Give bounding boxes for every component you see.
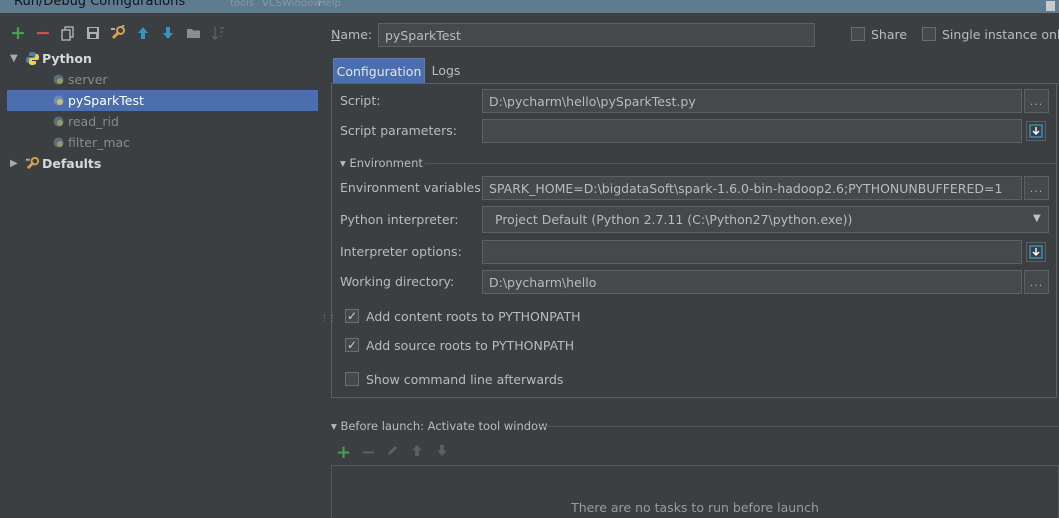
edit-task-icon[interactable] (386, 444, 399, 460)
window-title: Run/Debug Configurations (14, 0, 186, 9)
collapsed-arrow-icon[interactable]: ▶ (10, 158, 24, 169)
script-params-input[interactable] (482, 119, 1022, 143)
single-instance-label: Single instance only (942, 27, 1059, 42)
environment-section[interactable]: ▾ Environment (340, 156, 423, 170)
workdir-label: Working directory: (340, 274, 455, 289)
interp-options-input[interactable] (482, 240, 1022, 264)
remove-task-icon[interactable]: − (361, 444, 376, 462)
remove-icon[interactable]: − (35, 23, 51, 42)
python-file-icon (50, 114, 66, 130)
expand-options-icon[interactable] (1026, 242, 1046, 262)
ghost-menu-item: Help (318, 0, 341, 9)
sort-icon[interactable] (210, 25, 226, 41)
window-titlebar: Run/Debug Configurations tools VCS Windo… (0, 0, 1059, 13)
move-down-icon[interactable] (160, 25, 176, 41)
content-roots-label: Add content roots to PYTHONPATH (366, 309, 581, 324)
python-file-icon (50, 135, 66, 151)
share-checkbox[interactable] (851, 27, 865, 41)
wrench-icon (24, 156, 40, 172)
tree-item-label: read_rid (68, 114, 119, 129)
copy-icon[interactable] (60, 25, 76, 41)
tree-item-label: server (68, 72, 108, 87)
move-task-down-icon[interactable] (436, 444, 448, 460)
move-up-icon[interactable] (135, 25, 151, 41)
add-icon[interactable]: + (10, 23, 26, 42)
show-cmdline-label: Show command line afterwards (366, 372, 564, 387)
tree-group-label: Python (42, 51, 92, 66)
tree-item-server[interactable]: server (50, 69, 108, 90)
add-task-icon[interactable]: + (336, 444, 351, 462)
python-file-icon (50, 93, 66, 109)
script-input[interactable]: D:\pycharm\hello\pySparkTest.py (482, 89, 1022, 113)
name-label: Name: (331, 27, 373, 42)
script-label: Script: (340, 93, 381, 108)
script-params-label: Script parameters: (340, 123, 457, 138)
wrench-icon[interactable] (110, 25, 126, 41)
expand-params-icon[interactable] (1026, 121, 1046, 141)
tree-item-pysparktest[interactable]: pySparkTest (50, 90, 144, 111)
interpreter-select[interactable]: Project Default (Python 2.7.11 (C:\Pytho… (482, 206, 1049, 233)
tree-item-read-rid[interactable]: read_rid (50, 111, 119, 132)
browse-script-button[interactable]: ... (1024, 89, 1049, 113)
ghost-menu-item: tools (230, 0, 255, 9)
env-vars-label: Environment variables: (340, 180, 485, 195)
close-icon[interactable] (1046, 1, 1055, 11)
interp-options-label: Interpreter options: (340, 244, 462, 259)
section-divider (425, 163, 1057, 164)
tree-item-label: filter_mac (68, 135, 131, 150)
expanded-arrow-icon[interactable]: ▼ (10, 53, 24, 64)
chevron-down-icon[interactable]: ▼ (1033, 213, 1041, 224)
ghost-menu-item: VCS (262, 0, 283, 9)
before-launch-section[interactable]: ▾ Before launch: Activate tool window (331, 419, 548, 433)
share-label: Share (871, 27, 908, 42)
before-launch-task-list[interactable]: There are no tasks to run before launch (331, 465, 1059, 518)
tab-configuration[interactable]: Configuration (333, 58, 425, 83)
empty-tasks-message: There are no tasks to run before launch (571, 500, 819, 515)
move-task-up-icon[interactable] (411, 444, 423, 460)
name-input[interactable]: pySparkTest (378, 23, 815, 47)
tree-item-label: pySparkTest (68, 93, 144, 108)
show-cmdline-checkbox[interactable] (345, 372, 359, 386)
edit-env-vars-button[interactable]: ... (1024, 176, 1049, 200)
save-icon[interactable] (85, 25, 101, 41)
workdir-input[interactable]: D:\pycharm\hello (482, 270, 1022, 294)
tree-group-defaults[interactable]: ▶ Defaults (10, 153, 101, 174)
tab-logs[interactable]: Logs (426, 58, 466, 83)
interpreter-label: Python interpreter: (340, 212, 459, 227)
ghost-menu-item: Window (282, 0, 322, 9)
tree-group-python[interactable]: ▼ Python (10, 48, 92, 69)
source-roots-label: Add source roots to PYTHONPATH (366, 338, 575, 353)
python-file-icon (50, 72, 66, 88)
single-instance-checkbox[interactable] (922, 27, 936, 41)
content-roots-checkbox[interactable]: ✓ (345, 309, 359, 323)
tree-item-filter-mac[interactable]: filter_mac (50, 132, 130, 153)
browse-workdir-button[interactable]: ... (1024, 270, 1049, 294)
python-icon (24, 51, 40, 67)
config-toolbar: + − (0, 22, 240, 46)
folder-icon[interactable] (185, 25, 201, 41)
interpreter-select-value: Project Default (Python 2.7.11 (C:\Pytho… (495, 212, 853, 227)
source-roots-checkbox[interactable]: ✓ (345, 338, 359, 352)
section-divider (540, 426, 1059, 427)
tree-group-label: Defaults (42, 156, 102, 171)
env-vars-input[interactable]: SPARK_HOME=D:\bigdataSoft\spark-1.6.0-bi… (482, 176, 1022, 200)
